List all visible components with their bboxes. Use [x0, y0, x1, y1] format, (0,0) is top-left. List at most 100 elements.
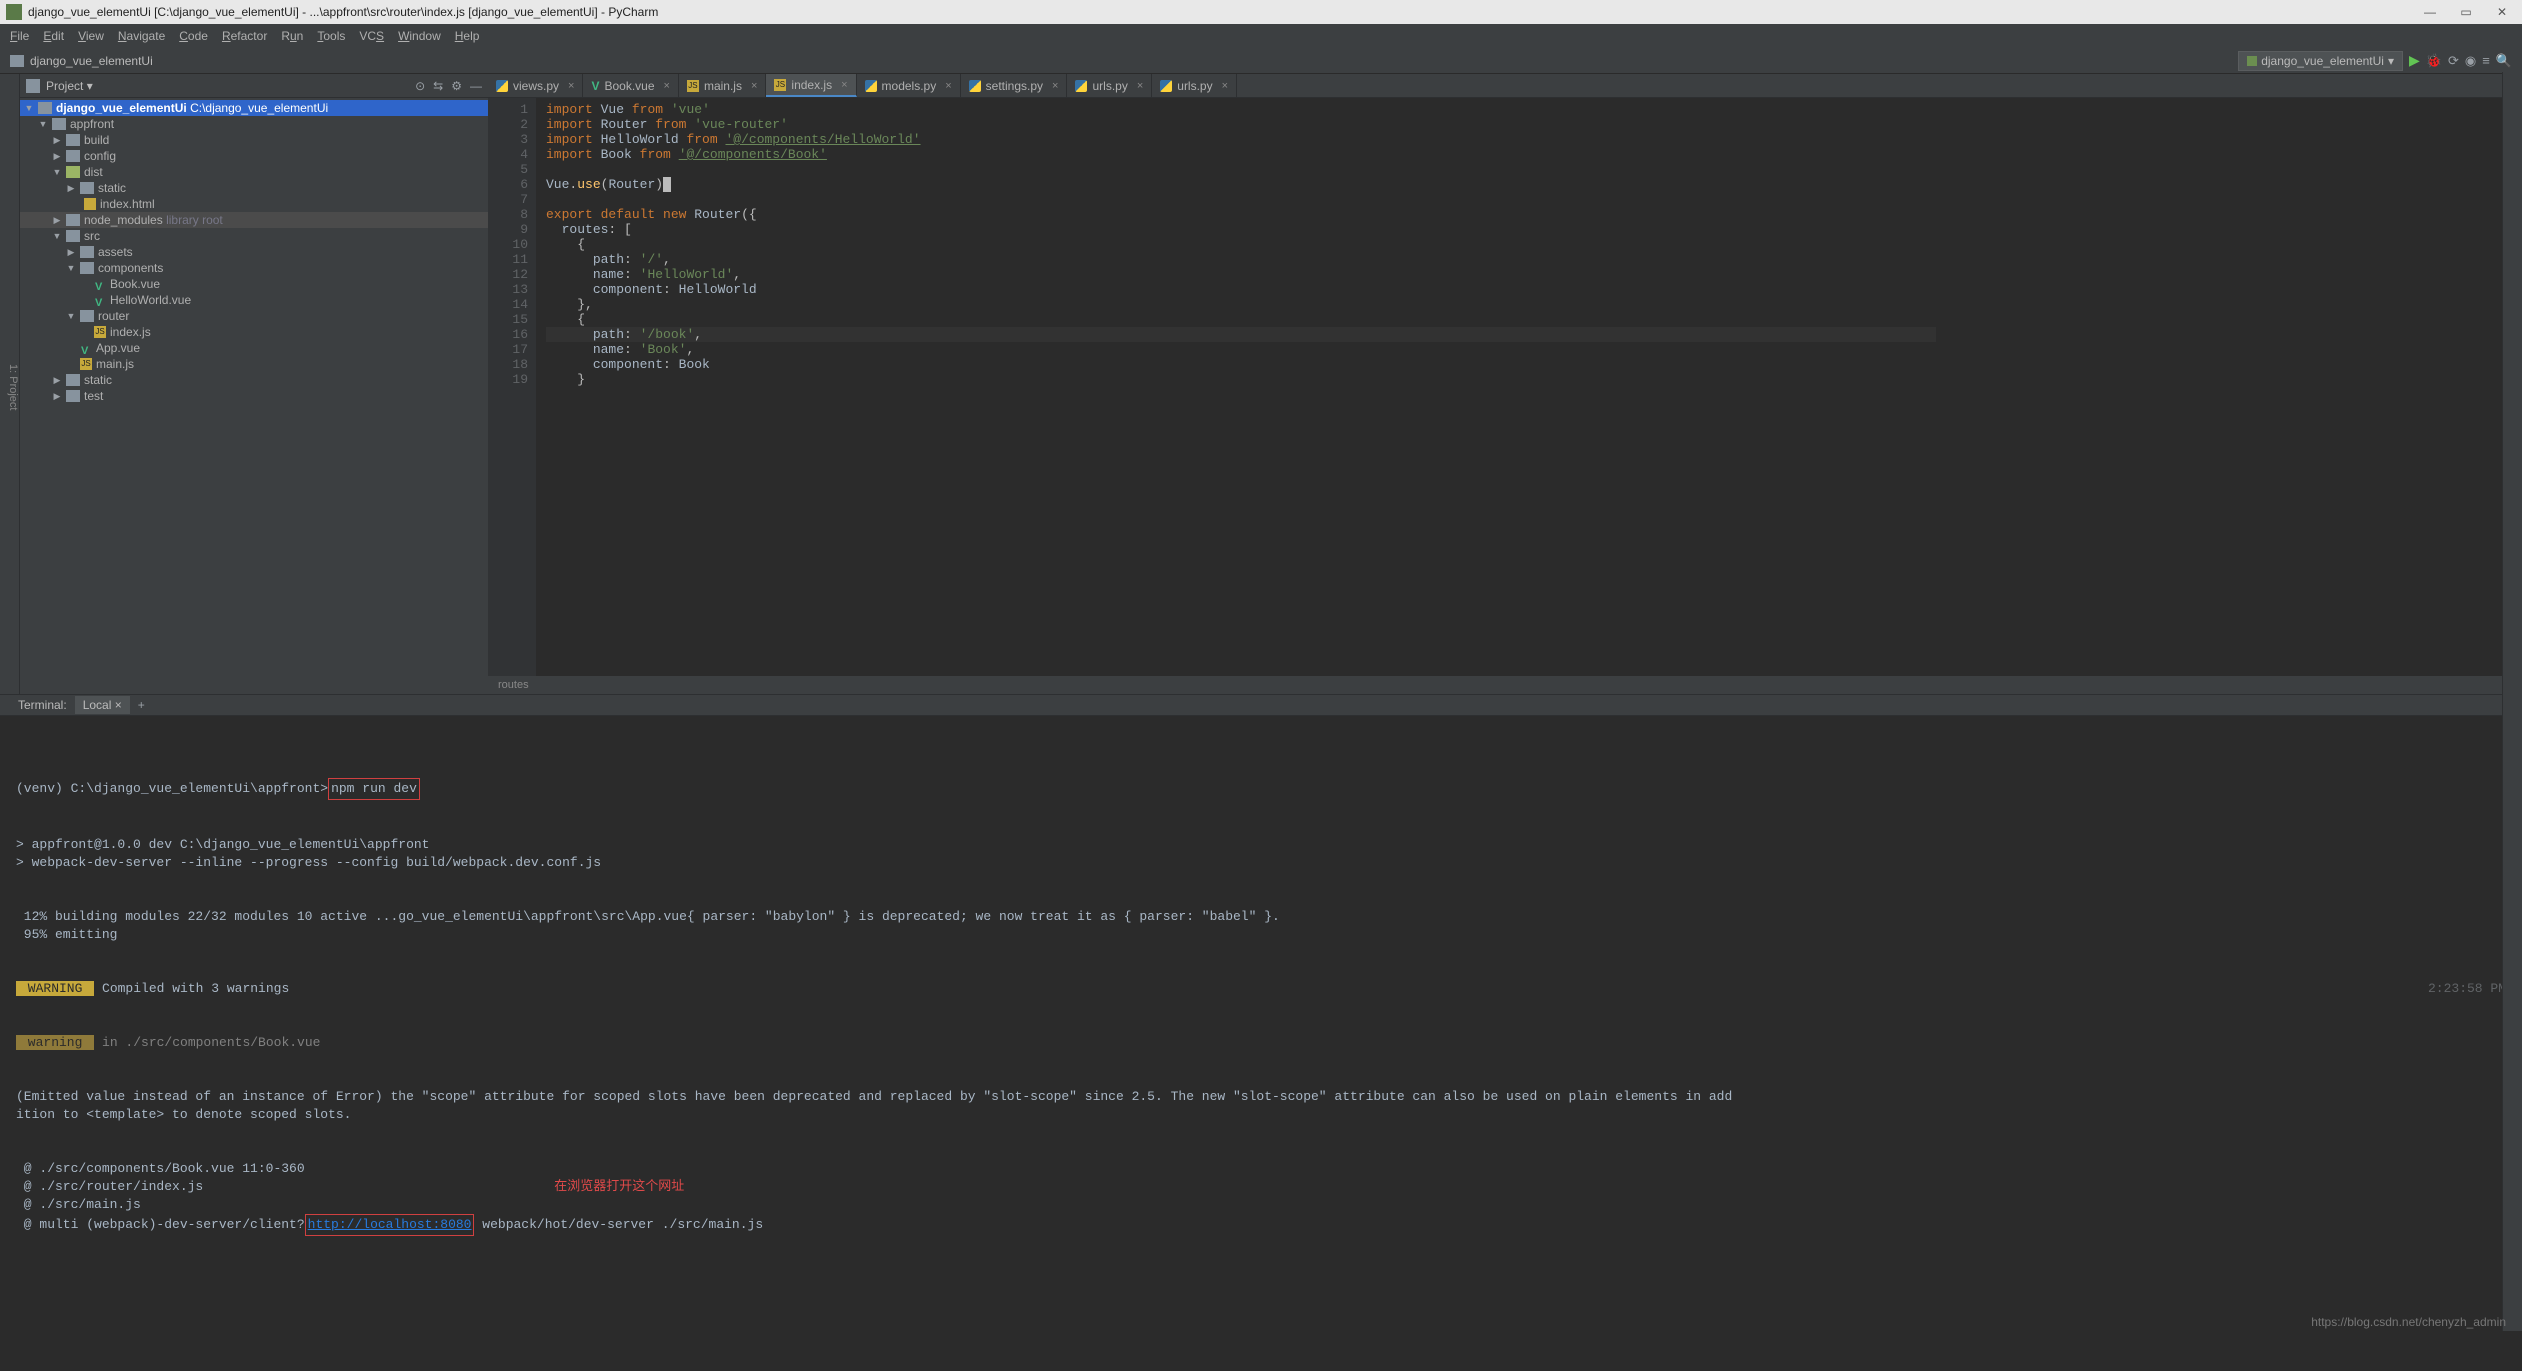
vue-icon: V: [81, 343, 91, 353]
warning-text: Compiled with 3 warnings: [94, 981, 289, 996]
run-button[interactable]: ▶: [2409, 52, 2420, 69]
run-coverage-button[interactable]: ⟳: [2448, 53, 2459, 69]
localhost-link[interactable]: http://localhost:8080: [308, 1217, 472, 1232]
close-icon[interactable]: ×: [1222, 80, 1228, 92]
tree-static0[interactable]: ▶static: [20, 180, 488, 196]
hide-button[interactable]: —: [470, 79, 482, 93]
vue-icon: V: [95, 295, 105, 305]
terminal-prompt: (venv) C:\django_vue_elementUi\appfront>: [16, 781, 328, 796]
js-icon: JS: [80, 358, 92, 370]
tree-nodemodules[interactable]: ▶node_modules library root: [20, 212, 488, 228]
close-icon[interactable]: ×: [751, 80, 757, 92]
command-highlight-box: npm run dev: [328, 778, 420, 800]
tree-indexhtml[interactable]: index.html: [20, 196, 488, 212]
project-tool-button[interactable]: 1: Project: [0, 74, 20, 694]
python-icon: [865, 80, 877, 92]
tree-src[interactable]: ▼src: [20, 228, 488, 244]
vue-icon: V: [591, 79, 599, 93]
menu-tools[interactable]: Tools: [311, 29, 351, 43]
tree-config[interactable]: ▶config: [20, 148, 488, 164]
menu-refactor[interactable]: Refactor: [216, 29, 273, 43]
code-content[interactable]: import Vue from 'vue'import Router from …: [536, 98, 1936, 676]
menu-window[interactable]: Window: [392, 29, 447, 43]
settings-icon[interactable]: ⚙: [451, 79, 462, 93]
tab-indexjs[interactable]: JSindex.js×: [766, 74, 856, 97]
menu-navigate[interactable]: Navigate: [112, 29, 171, 43]
menu-view[interactable]: View: [72, 29, 110, 43]
tree-mainjs[interactable]: JSmain.js: [20, 356, 488, 372]
maximize-button[interactable]: ▭: [2452, 5, 2480, 19]
annotation-text: 在浏览器打开这个网址: [554, 1179, 684, 1194]
tree-indexjs[interactable]: JSindex.js: [20, 324, 488, 340]
python-icon: [969, 80, 981, 92]
vue-icon: V: [95, 279, 105, 289]
project-header: Project ▾ ⊙ ⇆ ⚙ —: [20, 74, 488, 98]
close-icon[interactable]: ×: [1137, 80, 1143, 92]
warning-badge: warning: [16, 1035, 94, 1050]
breadcrumb-root[interactable]: django_vue_elementUi: [30, 54, 153, 68]
profiler-button[interactable]: ◉: [2465, 53, 2476, 69]
tree-assets[interactable]: ▶assets: [20, 244, 488, 260]
scroll-to-button[interactable]: ⊙: [415, 79, 425, 93]
collapse-button[interactable]: ⇆: [433, 79, 443, 93]
tree-hellovue[interactable]: VHelloWorld.vue: [20, 292, 488, 308]
tab-views[interactable]: views.py×: [488, 74, 583, 97]
project-label[interactable]: Project: [46, 79, 83, 93]
debug-button[interactable]: 🐞: [2426, 53, 2442, 69]
menu-file[interactable]: File: [4, 29, 35, 43]
terminal-line: ition to <template> to denote scoped slo…: [16, 1107, 351, 1122]
terminal-line: 95% emitting: [16, 927, 117, 942]
tree-test[interactable]: ▶test: [20, 388, 488, 404]
tab-models[interactable]: models.py×: [857, 74, 961, 97]
tree-appvue[interactable]: VApp.vue: [20, 340, 488, 356]
terminal-line: > webpack-dev-server --inline --progress…: [16, 855, 601, 870]
close-icon[interactable]: ×: [945, 80, 951, 92]
code-editor[interactable]: 12345678910111213141516171819 import Vue…: [488, 98, 2522, 676]
stop-button[interactable]: ≡: [2482, 53, 2490, 68]
tree-appfront[interactable]: ▼appfront: [20, 116, 488, 132]
tab-urls1[interactable]: urls.py×: [1067, 74, 1152, 97]
tree-root[interactable]: ▼django_vue_elementUi C:\django_vue_elem…: [20, 100, 488, 116]
close-icon[interactable]: ×: [568, 80, 574, 92]
terminal-line: (Emitted value instead of an instance of…: [16, 1089, 1732, 1104]
close-icon[interactable]: ×: [841, 79, 847, 91]
close-button[interactable]: ✕: [2488, 5, 2516, 19]
python-icon: [496, 80, 508, 92]
run-config-dropdown[interactable]: django_vue_elementUi ▾: [2238, 51, 2403, 71]
terminal-line: @ ./src/router/index.js: [16, 1179, 203, 1194]
html-icon: [84, 198, 96, 210]
terminal-tab[interactable]: Local ×: [75, 696, 130, 714]
tab-settings[interactable]: settings.py×: [961, 74, 1068, 97]
search-button[interactable]: 🔍: [2496, 53, 2512, 69]
editor-breadcrumb[interactable]: routes: [488, 676, 2522, 694]
menu-run[interactable]: Run: [275, 29, 309, 43]
project-tree[interactable]: ▼django_vue_elementUi C:\django_vue_elem…: [20, 98, 488, 694]
tab-book[interactable]: VBook.vue×: [583, 74, 679, 97]
tree-bookvue[interactable]: VBook.vue: [20, 276, 488, 292]
tab-mainjs[interactable]: JSmain.js×: [679, 74, 766, 97]
tree-router[interactable]: ▼router: [20, 308, 488, 324]
terminal-add-button[interactable]: +: [130, 696, 153, 714]
terminal-line: > appfront@1.0.0 dev C:\django_vue_eleme…: [16, 837, 429, 852]
js-icon: JS: [94, 326, 106, 338]
minimize-button[interactable]: —: [2416, 5, 2444, 19]
menu-code[interactable]: Code: [173, 29, 214, 43]
python-icon: [1075, 80, 1087, 92]
timestamp: 2:23:58 PM: [2428, 980, 2506, 998]
watermark: https://blog.csdn.net/chenyzh_admin: [2311, 1315, 2506, 1329]
tree-build[interactable]: ▶build: [20, 132, 488, 148]
tree-components[interactable]: ▼components: [20, 260, 488, 276]
tree-dist[interactable]: ▼dist: [20, 164, 488, 180]
tree-static[interactable]: ▶static: [20, 372, 488, 388]
tab-urls2[interactable]: urls.py×: [1152, 74, 1237, 97]
terminal-line: 12% building modules 22/32 modules 10 ac…: [16, 909, 1280, 924]
close-icon[interactable]: ×: [664, 80, 670, 92]
menu-vcs[interactable]: VCS: [353, 29, 390, 43]
menu-edit[interactable]: Edit: [37, 29, 70, 43]
menu-help[interactable]: Help: [449, 29, 486, 43]
close-icon[interactable]: ×: [1052, 80, 1058, 92]
terminal-output[interactable]: (venv) C:\django_vue_elementUi\appfront>…: [0, 716, 2522, 1371]
terminal-line: @ multi (webpack)-dev-server/client?: [16, 1217, 305, 1232]
warning-location: in ./src/components/Book.vue: [94, 1035, 320, 1050]
editor-tabs: views.py× VBook.vue× JSmain.js× JSindex.…: [488, 74, 2522, 98]
